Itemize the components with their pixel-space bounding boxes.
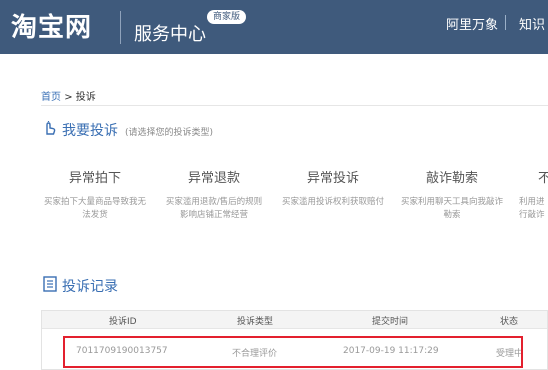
document-list-icon bbox=[43, 276, 57, 292]
highlight-annotation-box bbox=[63, 336, 523, 368]
nav-item-aliwanxiang[interactable]: 阿里万象 bbox=[446, 14, 498, 33]
complaint-type-desc: 买家滥用投诉权利获取赔付 bbox=[281, 197, 384, 207]
header-submit-time: 提交时间 bbox=[372, 317, 409, 327]
page-divider bbox=[41, 105, 548, 106]
complaint-type-title: 异常投诉 bbox=[306, 171, 359, 186]
complain-section-title: 我要投诉 bbox=[62, 123, 118, 139]
complaint-type-desc: 利用进行敲诈 bbox=[519, 197, 545, 220]
breadcrumb-current: 投诉 bbox=[75, 92, 96, 103]
merchant-edition-badge: 商家版 bbox=[207, 10, 247, 24]
complaint-type-extortion[interactable]: 敲诈勒索 买家利用聊天工具向我敲诈勒索 bbox=[400, 167, 504, 222]
header-complaint-type: 投诉类型 bbox=[237, 317, 274, 327]
complaint-type-desc: 买家滥用退款/售后的规则影响店铺正常经营 bbox=[165, 197, 263, 220]
complaint-type-title: 异常拍下 bbox=[68, 171, 121, 186]
nav-separator bbox=[505, 15, 506, 30]
complaint-type-abnormal-complaint[interactable]: 异常投诉 买家滥用投诉权利获取赔付 bbox=[281, 167, 385, 209]
breadcrumb: 首页 > 投诉 bbox=[41, 88, 96, 103]
complaint-type-partial[interactable]: 不 利用进行敲诈 bbox=[519, 167, 548, 222]
complaint-type-desc: 买家拍下大量商品导致我无法发货 bbox=[43, 197, 146, 220]
table-header: 投诉ID 投诉类型 提交时间 状态 bbox=[42, 311, 547, 329]
header-status: 状态 bbox=[500, 317, 519, 327]
breadcrumb-separator: > bbox=[64, 92, 73, 103]
breadcrumb-home-link[interactable]: 首页 bbox=[41, 92, 61, 103]
complaint-type-abnormal-refund[interactable]: 异常退款 买家滥用退款/售后的规则影响店铺正常经营 bbox=[162, 167, 266, 222]
logo-divider bbox=[120, 11, 121, 44]
complaint-type-desc: 买家利用聊天工具向我敲诈勒索 bbox=[400, 197, 503, 220]
top-header: 淘宝网 服务中心 商家版 阿里万象 知识 bbox=[0, 0, 548, 54]
records-section-title: 投诉记录 bbox=[62, 279, 118, 295]
hand-pointer-icon bbox=[46, 121, 56, 135]
nav-item-knowledge[interactable]: 知识 bbox=[519, 14, 545, 33]
complain-section-hint: (请选择您的投诉类型) bbox=[125, 128, 214, 138]
taobao-logo[interactable]: 淘宝网 bbox=[11, 7, 92, 44]
service-center-title[interactable]: 服务中心 bbox=[134, 20, 206, 46]
complaint-type-title: 敲诈勒索 bbox=[425, 171, 478, 186]
header-complaint-id: 投诉ID bbox=[109, 317, 137, 327]
complaint-type-title: 异常退款 bbox=[187, 171, 240, 186]
complaint-type-abnormal-order[interactable]: 异常拍下 买家拍下大量商品导致我无法发货 bbox=[43, 167, 147, 222]
complaint-type-title: 不 bbox=[538, 171, 548, 186]
